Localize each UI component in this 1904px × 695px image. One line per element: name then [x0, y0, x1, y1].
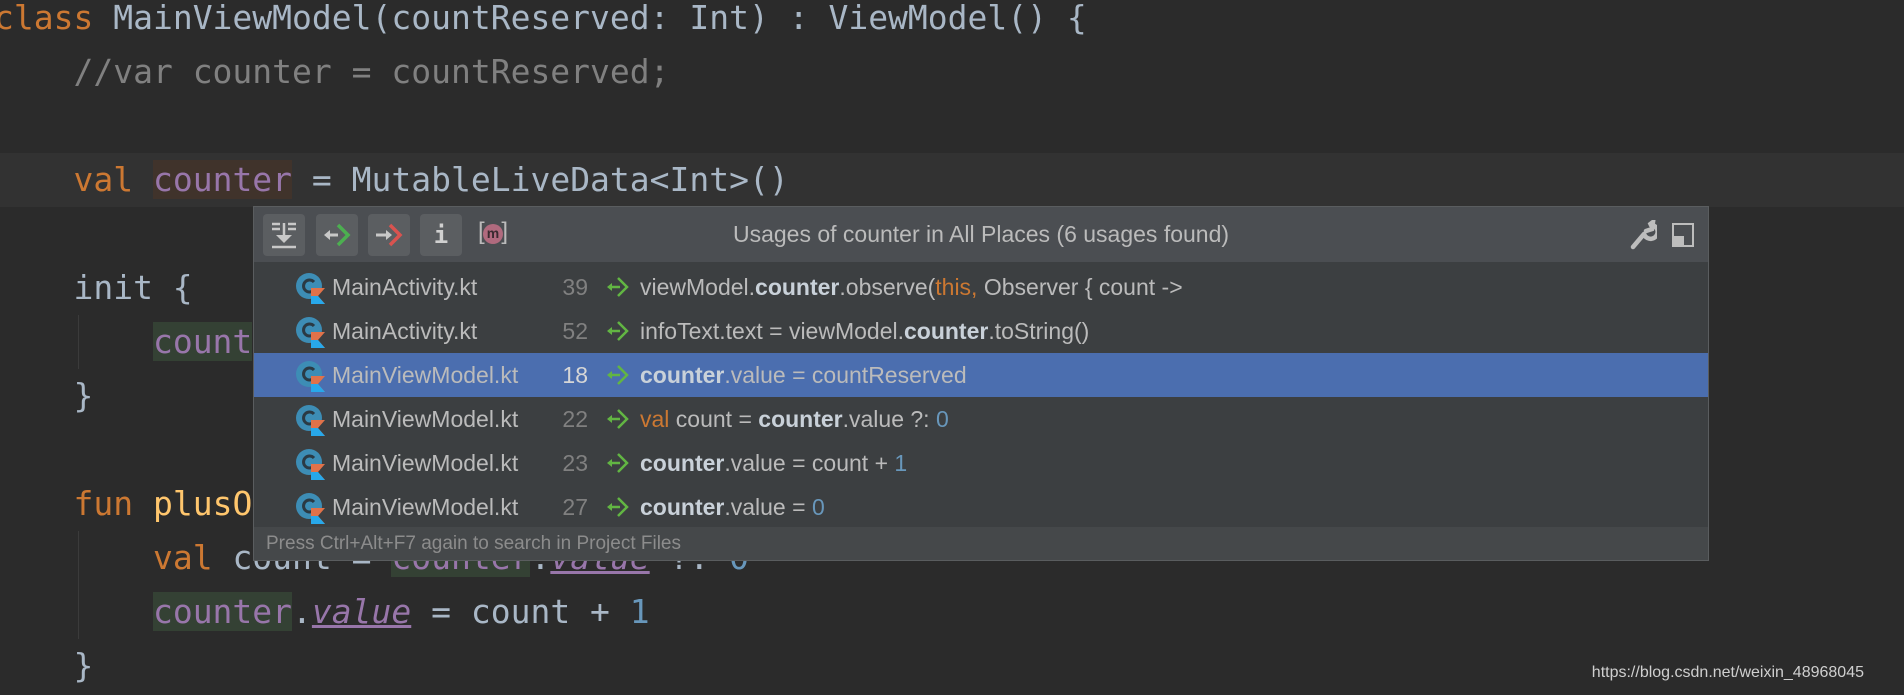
code-line[interactable]: class MainViewModel(countReserved: Int) …	[0, 0, 1904, 45]
code-token: counter	[152, 592, 293, 631]
kotlin-class-file-icon	[296, 317, 325, 348]
popup-toolbar: i [ m ] Usages of counter in All Places …	[254, 207, 1708, 262]
pin-window-icon[interactable]	[1672, 223, 1694, 247]
code-token: .value ?:	[842, 406, 936, 432]
code-token: val	[73, 160, 153, 199]
code-token: = count +	[411, 592, 630, 631]
code-token: viewModel.	[640, 274, 756, 300]
code-token: infoText.text = viewModel.	[640, 318, 904, 344]
usage-row[interactable]: MainViewModel.kt 22 val count = counter.va…	[254, 397, 1708, 441]
usage-line-number: 22	[562, 406, 588, 432]
code-token: init {	[0, 268, 193, 307]
watermark: https://blog.csdn.net/weixin_48968045	[1591, 664, 1864, 681]
usage-row[interactable]: MainActivity.kt 52 infoText.text = viewMod…	[254, 309, 1708, 353]
code-line[interactable]: val counter = MutableLiveData<Int>()	[0, 153, 1904, 207]
usage-row[interactable]: MainViewModel.kt 18 counter.value = countR…	[254, 353, 1708, 397]
code-token: 0	[811, 494, 825, 520]
usage-file-name: MainViewModel.kt	[332, 406, 519, 432]
code-token: val	[152, 538, 233, 577]
usage-code-snippet: val count = counter.value ?: 0	[640, 397, 949, 441]
usage-row[interactable]: MainViewModel.kt 27 counter.value = 0	[254, 485, 1708, 529]
usage-line-number: 52	[562, 318, 588, 344]
usage-code-snippet: infoText.text = viewModel.counter.toStri…	[640, 309, 1089, 353]
kotlin-class-file-icon	[296, 449, 325, 480]
usage-line-number: 39	[562, 274, 588, 300]
usage-line-number: 27	[562, 494, 588, 520]
usage-line-number: 18	[562, 362, 588, 388]
usage-file-name: MainViewModel.kt	[332, 362, 519, 388]
code-token: counter	[640, 450, 725, 476]
code-token: counter	[640, 494, 725, 520]
code-token: fun	[73, 484, 153, 523]
code-token: }	[0, 646, 94, 685]
code-token: counter	[152, 160, 293, 199]
write-access-icon	[607, 277, 629, 297]
code-line[interactable]: counter.value = count + 1	[0, 585, 1904, 639]
code-token: .toString()	[988, 318, 1090, 344]
code-token: //var counter = countReserved;	[73, 52, 670, 91]
code-token: counter	[903, 318, 989, 344]
code-token: counter	[640, 362, 725, 388]
code-token: }	[0, 376, 94, 415]
usage-code-snippet: counter.value = countReserved	[640, 353, 967, 397]
code-token: 1	[894, 450, 908, 476]
code-token: counter	[758, 406, 843, 432]
code-token: .observe(	[839, 274, 936, 300]
indent-guide	[78, 531, 79, 639]
code-token: 0	[935, 406, 949, 432]
code-token: MainViewModel(countReserved: Int) : View…	[113, 0, 1087, 37]
code-token: count =	[669, 406, 759, 432]
kotlin-class-file-icon	[296, 361, 325, 392]
write-access-icon	[607, 409, 629, 429]
code-token: plusO	[152, 484, 253, 523]
write-access-icon	[607, 453, 629, 473]
usages-popup: i [ m ] Usages of counter in All Places …	[253, 206, 1709, 561]
usage-file-name: MainViewModel.kt	[332, 494, 519, 520]
wrench-icon[interactable]	[1629, 220, 1657, 250]
kotlin-class-file-icon	[296, 405, 325, 436]
popup-footer-hint: Press Ctrl+Alt+F7 again to search in Pro…	[254, 527, 1708, 560]
write-access-icon	[607, 497, 629, 517]
code-token: = MutableLiveData<Int>()	[292, 160, 789, 199]
usage-file-name: MainActivity.kt	[332, 274, 478, 300]
indent-guide	[78, 315, 79, 369]
code-token: counter	[755, 274, 840, 300]
usage-row[interactable]: MainViewModel.kt 23 counter.value = count …	[254, 441, 1708, 485]
code-token: .	[292, 592, 312, 631]
usage-row[interactable]: MainActivity.kt 39 viewModel.counter.obser…	[254, 265, 1708, 309]
code-token: value	[311, 592, 412, 631]
code-line[interactable]: //var counter = countReserved;	[0, 45, 1904, 99]
write-access-icon	[607, 365, 629, 385]
write-access-icon	[607, 321, 629, 341]
kotlin-class-file-icon	[296, 493, 325, 524]
popup-title: Usages of counter in All Places (6 usage…	[732, 221, 1230, 247]
usage-code-snippet: viewModel.counter.observe(this, Observer…	[640, 265, 1183, 309]
kotlin-class-file-icon	[296, 273, 325, 304]
usage-line-number: 23	[562, 450, 588, 476]
usage-code-snippet: counter.value = count + 1	[640, 441, 907, 485]
code-line[interactable]	[0, 99, 1904, 153]
code-token: .value = count +	[724, 450, 895, 476]
code-token: .value = countReserved	[724, 362, 967, 388]
code-token: count	[152, 322, 253, 361]
usage-code-snippet: counter.value = 0	[640, 485, 825, 529]
code-token: this,	[935, 274, 978, 300]
code-token: 1	[629, 592, 650, 631]
usages-list: MainActivity.kt 39 viewModel.counter.obser…	[254, 265, 1708, 529]
code-token: .value =	[724, 494, 812, 520]
code-token: class	[0, 0, 114, 37]
code-token: Observer { count ->	[977, 274, 1183, 300]
usage-file-name: MainViewModel.kt	[332, 450, 519, 476]
code-token: val	[640, 406, 670, 432]
usage-file-name: MainActivity.kt	[332, 318, 478, 344]
